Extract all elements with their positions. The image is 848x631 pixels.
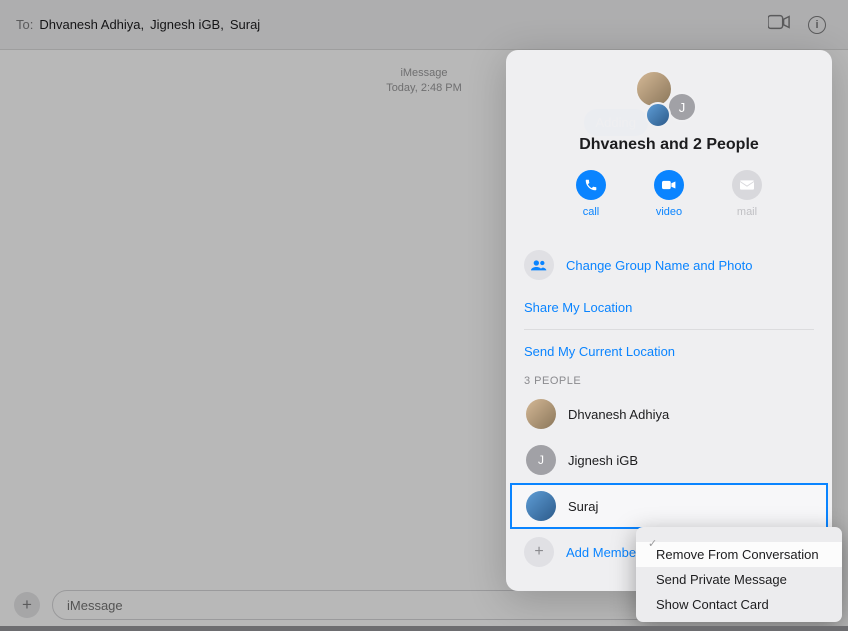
avatar: J: [526, 445, 556, 475]
mail-button: mail: [732, 170, 762, 218]
window-resize-bar[interactable]: [0, 626, 848, 631]
person-row[interactable]: Dhvanesh Adhiya: [510, 391, 828, 437]
people-section-header: 3 PEOPLE: [506, 367, 832, 391]
share-location-button[interactable]: Share My Location: [506, 288, 832, 323]
avatar: [645, 102, 671, 128]
group-avatar-cluster[interactable]: J: [506, 70, 832, 126]
call-label: call: [583, 206, 600, 218]
person-row[interactable]: J Jignesh iGB: [510, 437, 828, 483]
checkmark-icon: ✓: [648, 537, 657, 550]
person-name: Jignesh iGB: [568, 453, 638, 468]
video-button[interactable]: video: [654, 170, 684, 218]
person-name: Suraj: [568, 499, 598, 514]
avatar: J: [667, 92, 697, 122]
separator: [524, 329, 814, 330]
context-item-private-message[interactable]: Send Private Message: [636, 567, 842, 592]
plus-icon: +: [524, 537, 554, 567]
person-name: Dhvanesh Adhiya: [568, 407, 669, 422]
group-title: Dhvanesh and 2 People: [506, 136, 832, 154]
add-member-label: Add Member: [566, 545, 640, 560]
call-button[interactable]: call: [576, 170, 606, 218]
mail-label: mail: [737, 206, 757, 218]
person-row[interactable]: Suraj: [510, 483, 828, 529]
send-location-label: Send My Current Location: [524, 344, 675, 359]
quick-actions: call video mail: [506, 170, 832, 218]
avatar: [526, 399, 556, 429]
context-item-remove[interactable]: Remove From Conversation: [636, 542, 842, 567]
video-label: video: [656, 206, 682, 218]
avatar: [526, 491, 556, 521]
change-group-button[interactable]: Change Group Name and Photo: [506, 242, 832, 288]
context-item-contact-card[interactable]: Show Contact Card: [636, 592, 842, 617]
context-menu-header: ✓: [636, 532, 842, 542]
context-menu: ✓ Remove From Conversation Send Private …: [636, 527, 842, 622]
group-icon: [524, 250, 554, 280]
details-panel: J Dhvanesh and 2 People call video mail …: [506, 50, 832, 591]
share-location-label: Share My Location: [524, 300, 632, 315]
change-group-label: Change Group Name and Photo: [566, 258, 752, 273]
send-location-button[interactable]: Send My Current Location: [506, 336, 832, 367]
